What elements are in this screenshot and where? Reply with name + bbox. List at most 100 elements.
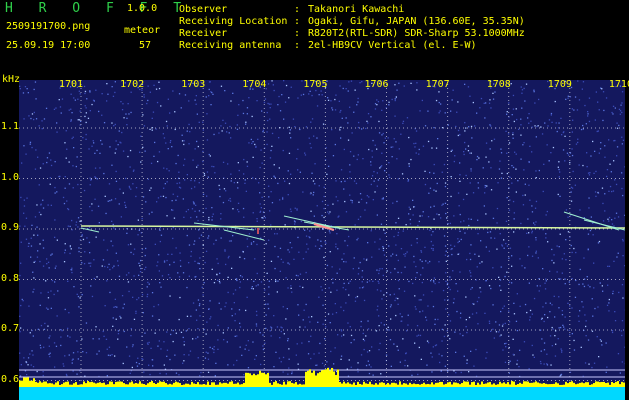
- noise-dot: [278, 137, 280, 139]
- noise-dot: [321, 289, 323, 291]
- noise-dot: [137, 357, 139, 359]
- noise-dot: [601, 285, 603, 287]
- noise-dot: [381, 134, 383, 136]
- noise-dot: [485, 156, 487, 158]
- noise-dot: [262, 131, 264, 133]
- noise-dot: [330, 291, 332, 293]
- noise-dot: [519, 305, 521, 307]
- noise-dot: [255, 285, 257, 287]
- noise-dot: [169, 264, 171, 266]
- level-bar: [565, 381, 567, 387]
- noise-dot: [571, 307, 573, 309]
- noise-dot: [180, 107, 182, 109]
- noise-dot: [178, 171, 180, 173]
- noise-dot: [371, 346, 373, 348]
- noise-dot: [469, 258, 472, 261]
- noise-dot: [90, 179, 92, 181]
- noise-dot: [274, 267, 276, 270]
- noise-dot: [72, 165, 74, 167]
- noise-dot: [492, 328, 494, 330]
- level-bar: [145, 384, 147, 387]
- noise-dot: [511, 182, 513, 184]
- noise-dot: [21, 298, 23, 301]
- noise-dot: [31, 350, 33, 352]
- noise-dot: [150, 347, 152, 349]
- noise-dot: [520, 222, 522, 225]
- noise-dot: [93, 259, 95, 261]
- noise-dot: [402, 122, 404, 124]
- noise-dot: [167, 274, 170, 276]
- noise-dot: [580, 346, 582, 348]
- noise-dot: [539, 285, 541, 287]
- noise-dot: [606, 304, 609, 306]
- level-bar: [449, 381, 451, 387]
- noise-dot: [250, 242, 253, 244]
- level-bar: [147, 383, 149, 387]
- noise-dot: [337, 248, 339, 250]
- level-bar: [413, 383, 415, 387]
- noise-dot: [95, 89, 97, 91]
- noise-dot: [121, 295, 124, 297]
- noise-dot: [283, 118, 285, 120]
- noise-dot: [362, 158, 364, 160]
- noise-dot: [182, 336, 184, 339]
- noise-dot: [238, 169, 240, 172]
- level-bar: [525, 381, 527, 387]
- noise-dot: [535, 170, 537, 172]
- noise-dot: [33, 277, 35, 279]
- noise-dot: [208, 308, 210, 310]
- noise-dot: [213, 166, 215, 168]
- noise-dot: [128, 113, 130, 115]
- noise-dot: [459, 213, 461, 216]
- noise-dot: [25, 238, 28, 240]
- noise-dot: [99, 152, 101, 154]
- noise-dot: [26, 197, 28, 199]
- noise-dot: [296, 158, 298, 160]
- noise-dot: [246, 161, 248, 163]
- noise-dot: [64, 252, 66, 254]
- noise-dot: [197, 164, 199, 166]
- noise-dot: [523, 87, 525, 90]
- level-bar: [125, 384, 127, 387]
- level-bar: [425, 384, 427, 387]
- noise-dot: [92, 338, 94, 340]
- noise-dot: [94, 152, 96, 154]
- noise-dot: [506, 172, 508, 175]
- noise-dot: [104, 195, 106, 197]
- noise-dot: [130, 111, 132, 114]
- level-bar: [207, 381, 209, 387]
- noise-dot: [577, 138, 579, 140]
- noise-dot: [98, 110, 100, 113]
- noise-dot: [349, 194, 351, 196]
- noise-dot: [285, 277, 287, 279]
- noise-dot: [148, 341, 150, 344]
- noise-dot: [477, 233, 479, 235]
- noise-dot: [29, 141, 32, 143]
- noise-dot: [264, 98, 267, 100]
- level-bar: [377, 384, 379, 387]
- noise-dot: [268, 293, 270, 295]
- noise-dot: [470, 244, 472, 246]
- noise-dot: [132, 344, 134, 346]
- noise-dot: [248, 349, 250, 351]
- noise-dot: [420, 250, 422, 252]
- noise-dot: [164, 183, 166, 185]
- noise-dot: [138, 274, 140, 276]
- noise-dot: [327, 313, 330, 315]
- level-bar: [165, 383, 167, 387]
- level-bar: [255, 375, 257, 387]
- level-bar: [533, 382, 535, 387]
- noise-dot: [166, 331, 168, 333]
- noise-dot: [541, 338, 543, 340]
- noise-dot: [313, 191, 315, 194]
- noise-dot: [32, 271, 34, 273]
- noise-dot: [370, 230, 372, 232]
- noise-dot: [367, 242, 369, 244]
- noise-dot: [243, 374, 245, 376]
- noise-dot: [92, 140, 94, 142]
- spectrogram-plot: [19, 80, 625, 400]
- noise-dot: [539, 329, 542, 331]
- noise-dot: [219, 195, 221, 198]
- noise-dot: [449, 320, 452, 322]
- noise-dot: [114, 355, 116, 357]
